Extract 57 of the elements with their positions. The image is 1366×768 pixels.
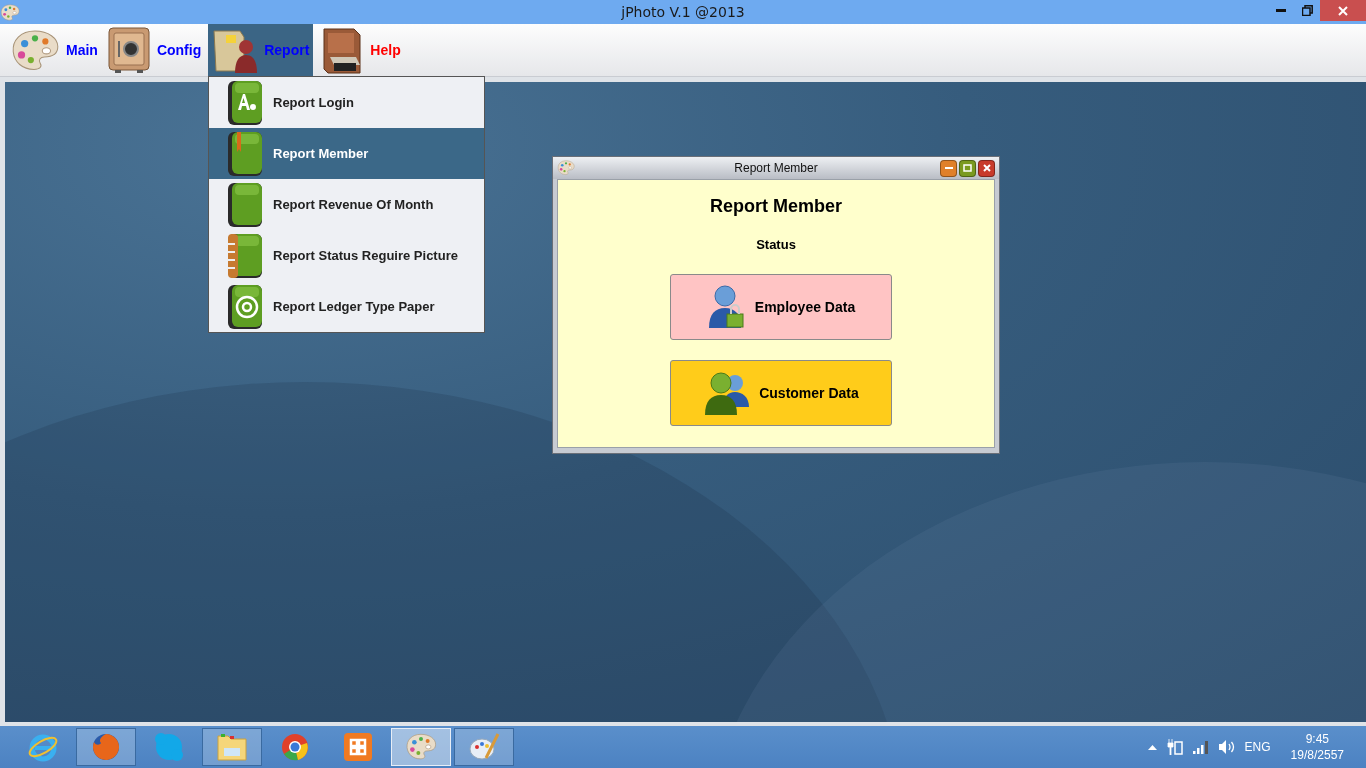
clock-time: 9:45 bbox=[1305, 731, 1329, 747]
chrome-ball-icon bbox=[280, 732, 310, 762]
dropdown-item[interactable]: Report Revenue Of Month bbox=[209, 179, 484, 230]
dropdown-item-label: Report Login bbox=[273, 95, 354, 110]
dropdown-item-label: Report Ledger Type Paper bbox=[273, 299, 435, 314]
menu-label: Main bbox=[66, 42, 98, 58]
dropdown-item[interactable]: Report Login bbox=[209, 77, 484, 128]
taskbar-button[interactable] bbox=[76, 728, 136, 766]
dropdown-item-label: Report Status Reguire Picture bbox=[273, 248, 458, 263]
close-button[interactable] bbox=[978, 159, 995, 177]
up-arrow-icon[interactable] bbox=[1147, 744, 1157, 750]
speaker-icon[interactable] bbox=[1218, 740, 1235, 754]
spiral-notebook-icon bbox=[227, 232, 263, 279]
safe-icon bbox=[106, 26, 151, 74]
dropdown-item-label: Report Member bbox=[273, 146, 369, 161]
minimize-icon bbox=[944, 167, 953, 169]
status-label: Status bbox=[756, 237, 796, 252]
bookmarked-book-icon bbox=[227, 130, 263, 177]
paint-palette-brush-icon bbox=[468, 732, 500, 762]
menu-label: Help bbox=[370, 42, 401, 58]
dropdown-item-label: Report Revenue Of Month bbox=[273, 197, 434, 212]
users-icon bbox=[703, 369, 752, 417]
dropdown-item[interactable]: Report Ledger Type Paper bbox=[209, 281, 484, 332]
palette-icon bbox=[10, 28, 60, 72]
close-icon bbox=[1338, 5, 1348, 16]
dropdown-item[interactable]: Report Status Reguire Picture bbox=[209, 230, 484, 281]
maximize-button[interactable] bbox=[959, 159, 976, 177]
palette-icon bbox=[405, 733, 437, 761]
signal-icon[interactable] bbox=[1192, 740, 1209, 754]
dialog-app-icon bbox=[557, 160, 575, 176]
minimize-button[interactable] bbox=[940, 159, 957, 177]
window-title: jPhoto V.1 @2013 bbox=[620, 4, 746, 20]
data-button[interactable]: Employee Data bbox=[670, 274, 892, 340]
menu-label: Report bbox=[264, 42, 310, 58]
app-icon bbox=[0, 3, 20, 21]
dialog-title: Report Member bbox=[733, 161, 819, 175]
menu-label: Config bbox=[156, 42, 202, 58]
dialog-heading: Report Member bbox=[710, 196, 842, 217]
minimize-icon bbox=[1276, 9, 1286, 12]
user-lock-icon bbox=[706, 284, 747, 330]
menu-item[interactable]: Main bbox=[8, 24, 102, 76]
close-icon bbox=[982, 164, 991, 172]
clock-date: 19/8/2557 bbox=[1290, 747, 1344, 763]
battery-plug-icon[interactable] bbox=[1166, 739, 1183, 755]
menu-item[interactable]: Config bbox=[104, 24, 206, 76]
menu-item[interactable]: Help bbox=[316, 24, 405, 76]
data-button[interactable]: Customer Data bbox=[670, 360, 892, 426]
restore-icon bbox=[1301, 5, 1313, 16]
taskbar-button[interactable] bbox=[202, 728, 262, 766]
clock[interactable]: 9:45 19/8/2557 bbox=[1290, 731, 1344, 763]
taskbar-button[interactable] bbox=[454, 728, 514, 766]
book-icon bbox=[227, 181, 263, 228]
dropdown-item[interactable]: Report Member bbox=[209, 128, 484, 179]
maximize-icon bbox=[963, 164, 972, 172]
font-book-icon bbox=[227, 79, 263, 126]
language-indicator[interactable]: ENG bbox=[1244, 740, 1271, 754]
folder-icon bbox=[216, 732, 248, 762]
